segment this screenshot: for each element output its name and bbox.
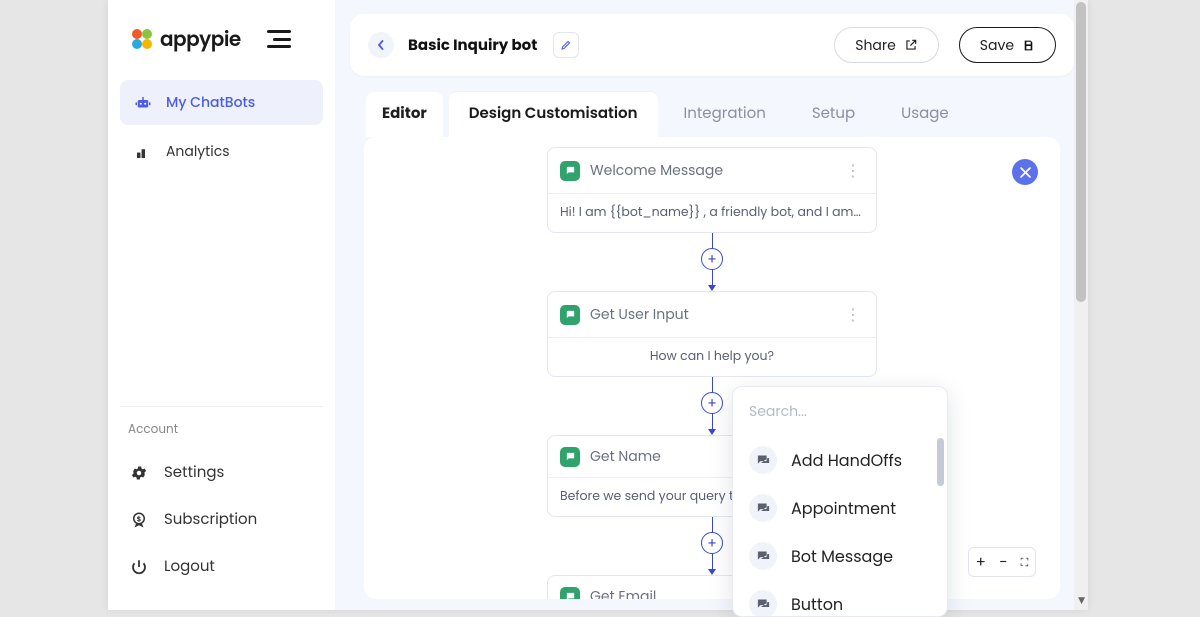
zoom-out-button[interactable]: − [999,551,1007,574]
flow-node-welcome[interactable]: Welcome Message ⋮ Hi! I am {{bot_name}} … [547,147,877,233]
zoom-in-button[interactable]: + [976,551,986,574]
window-scrollbar-thumb[interactable] [1076,2,1086,302]
app-window: appypie My ChatBots Analytics Account [108,0,1088,610]
message-icon [560,305,580,325]
flow-node-user-input[interactable]: Get User Input ⋮ How can I help you? [547,291,877,377]
account-section: Account Settings $ Subscription Logout [120,406,323,590]
tab-label: Integration [684,103,766,124]
page-title: Basic Inquiry bot [408,34,537,57]
save-button[interactable]: Save [959,27,1056,63]
picker-item-button[interactable]: Button [733,580,947,616]
node-picker-popup: Add HandOffs Appointment Bot Message But… [732,386,948,617]
save-icon [1022,39,1035,52]
sidebar-item-label: My ChatBots [166,92,255,113]
account-item-label: Subscription [164,508,257,531]
popup-scrollbar[interactable]: ▲ [937,436,944,616]
sidebar: appypie My ChatBots Analytics Account [108,0,336,610]
tab-label: Usage [901,103,949,124]
node-body: Hi! I am {{bot_name}} , a friendly bot, … [548,193,876,232]
message-icon [560,447,580,467]
analytics-icon [134,143,152,161]
picker-item-appointment[interactable]: Appointment [733,484,947,532]
account-item-subscription[interactable]: $ Subscription [120,496,323,543]
sidebar-item-chatbots[interactable]: My ChatBots [120,80,323,125]
svg-text:$: $ [137,515,141,524]
add-node-button[interactable]: + [701,392,723,414]
share-label: Share [855,35,896,56]
fullscreen-button[interactable]: ⛶ [1021,554,1029,571]
close-panel-button[interactable] [1012,159,1038,185]
badge-dollar-icon: $ [130,511,148,529]
power-icon [130,558,148,576]
chat-icon [749,542,777,570]
connector: + [547,233,877,291]
zoom-toolbar: + − ⛶ [968,547,1036,577]
brand-logo[interactable]: appypie [128,24,241,54]
node-menu-button[interactable]: ⋮ [841,158,864,183]
sidebar-item-label: Analytics [166,141,230,162]
sidebar-item-analytics[interactable]: Analytics [120,129,323,174]
share-button[interactable]: Share [834,27,939,63]
edit-title-button[interactable] [553,32,579,58]
tab-usage[interactable]: Usage [881,92,969,137]
node-menu-button[interactable]: ⋮ [841,302,864,327]
menu-toggle-button[interactable] [267,30,291,48]
share-icon [904,38,918,52]
node-title: Get Email [590,586,656,599]
add-node-button[interactable]: + [701,532,723,554]
save-label: Save [980,35,1014,56]
chat-icon [749,446,777,474]
node-body: How can I help you? [548,337,876,376]
tab-label: Setup [812,103,855,124]
back-button[interactable] [368,32,394,58]
node-title: Welcome Message [590,160,723,181]
account-item-label: Settings [164,461,224,484]
node-title: Get User Input [590,304,689,325]
message-icon [560,587,580,600]
node-title: Get Name [590,446,661,467]
flow-canvas[interactable]: Welcome Message ⋮ Hi! I am {{bot_name}} … [364,137,1060,599]
tab-setup[interactable]: Setup [792,92,875,137]
scroll-down-arrow-icon: ▼ [1078,595,1085,608]
node-picker-search-input[interactable] [733,387,947,436]
tab-design-customisation[interactable]: Design Customisation [449,92,658,137]
tab-editor[interactable]: Editor [366,92,443,137]
add-node-button[interactable]: + [701,248,723,270]
picker-item-add-handoffs[interactable]: Add HandOffs [733,436,947,484]
account-item-settings[interactable]: Settings [120,449,323,496]
picker-item-label: Button [791,592,843,617]
tabs: Editor Design Customisation Integration … [350,76,1074,137]
account-item-label: Logout [164,555,215,578]
robot-icon [134,94,152,112]
logo-mark-icon [128,25,156,53]
tab-integration[interactable]: Integration [664,92,786,137]
message-icon [560,161,580,181]
window-scrollbar[interactable]: ▼ [1074,0,1088,610]
tab-label: Design Customisation [469,103,638,124]
picker-item-label: Add HandOffs [791,448,902,473]
main-area: Basic Inquiry bot Share Save Editor Desi… [336,0,1088,610]
account-item-logout[interactable]: Logout [120,543,323,590]
chat-icon [749,590,777,616]
gear-icon [130,464,148,482]
node-picker-list: Add HandOffs Appointment Bot Message But… [733,436,947,616]
chat-icon [749,494,777,522]
picker-item-label: Appointment [791,496,896,521]
popup-scrollbar-thumb[interactable] [937,438,944,486]
header-bar: Basic Inquiry bot Share Save [350,14,1074,76]
brand-name: appypie [160,24,241,54]
picker-item-bot-message[interactable]: Bot Message [733,532,947,580]
account-heading: Account [120,421,323,449]
picker-item-label: Bot Message [791,544,893,569]
tab-label: Editor [382,103,427,124]
logo-row: appypie [120,20,323,80]
